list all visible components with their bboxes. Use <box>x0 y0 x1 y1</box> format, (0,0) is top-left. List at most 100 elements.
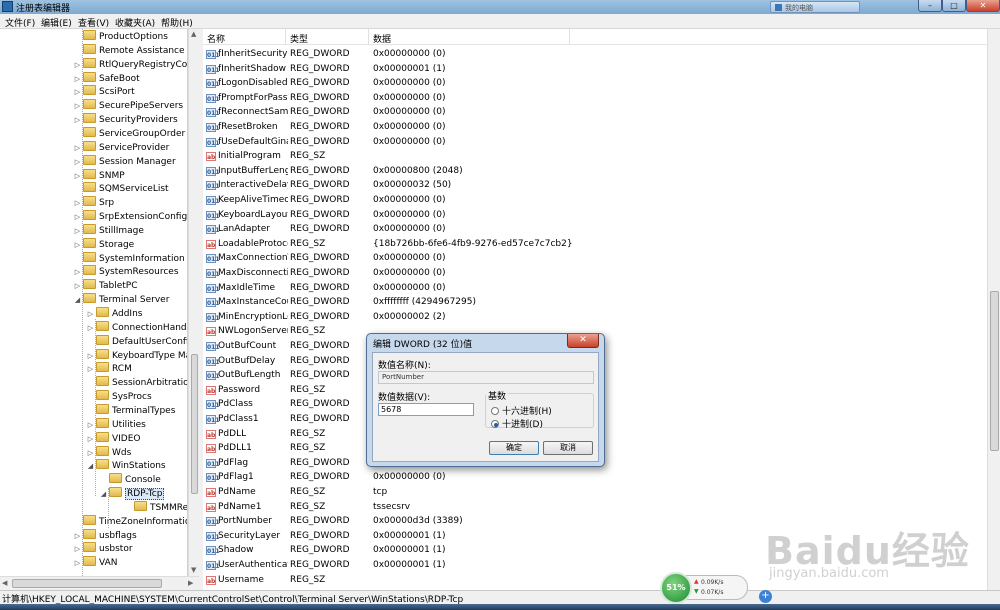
radio-hexadecimal[interactable]: 十六进制(H) <box>491 404 552 417</box>
tree-item[interactable]: ◢ Terminal Server <box>73 293 169 307</box>
expand-arrow-icon[interactable]: ▷ <box>73 279 82 293</box>
taskbar-preview-button[interactable]: 我的电脑 <box>770 1 860 13</box>
list-row[interactable]: 011 fResetBroken REG_DWORD 0x00000000 (0) <box>203 120 987 135</box>
cancel-button[interactable]: 取消 <box>543 441 593 455</box>
list-row[interactable]: 011KeepAliveTimeoutREG_DWORD 0x00000000 (… <box>203 193 987 208</box>
scroll-right-icon[interactable]: ▶ <box>188 579 193 587</box>
expand-arrow-icon[interactable]: ▷ <box>86 321 95 335</box>
list-row[interactable]: 011 fInheritShadow REG_DWORD 0x00000001 (1) <box>203 62 987 77</box>
maximize-button[interactable]: □ <box>942 0 966 12</box>
list-row[interactable]: 011 InteractiveDelay REG_DWORD 0x00000032 (… <box>203 178 987 193</box>
radio-button-icon[interactable] <box>491 407 499 415</box>
memory-usage-ball[interactable]: 51% <box>660 572 692 604</box>
column-type-header[interactable]: 类型 <box>290 32 308 45</box>
list-row[interactable]: 011 PdFlag1 REG_DWORD 0x00000000 (0) <box>203 470 987 485</box>
expand-arrow-icon[interactable]: ▷ <box>86 432 95 446</box>
expand-arrow-icon[interactable]: ▷ <box>86 307 95 321</box>
tree-horizontal-scroll-thumb[interactable] <box>12 579 162 588</box>
tree-item[interactable]: ▷ SNMP <box>73 168 125 183</box>
tree-item[interactable]: SessionArbitrationHelper <box>86 376 187 390</box>
list-row[interactable]: 011MaxConnectionTimeREG_DWORD 0x00000000 … <box>203 251 987 266</box>
list-row[interactable]: 011 KeyboardLayout REG_DWORD 0x00000000 (0) <box>203 208 987 223</box>
tree-item[interactable]: ▷ Srp <box>73 196 114 210</box>
expand-arrow-icon[interactable]: ▷ <box>73 113 82 127</box>
tree-item[interactable]: ▷ RtlQueryRegistryConfig <box>73 57 187 72</box>
tree-horizontal-scrollbar[interactable]: ◀ ▶ <box>0 576 199 590</box>
expand-arrow-icon[interactable]: ▷ <box>73 99 82 113</box>
tree-item[interactable]: SystemInformation <box>73 251 185 266</box>
close-button[interactable]: ✕ <box>966 0 1000 12</box>
column-divider[interactable] <box>368 29 369 45</box>
collapse-arrow-icon[interactable]: ◢ <box>99 487 108 501</box>
list-vertical-scrollbar[interactable] <box>987 29 1000 590</box>
collapse-arrow-icon[interactable]: ◢ <box>86 459 95 473</box>
list-row[interactable]: ab InitialProgram REG_SZ <box>203 149 987 164</box>
tree-item[interactable]: Console <box>99 473 161 487</box>
column-data-header[interactable]: 数据 <box>373 32 391 45</box>
tree-vertical-scroll-thumb[interactable] <box>191 354 198 494</box>
plus-icon[interactable]: + <box>759 590 772 603</box>
tree-item[interactable]: Remote Assistance <box>73 43 185 58</box>
list-row[interactable]: 011 fReconnectSame REG_DWORD 0x00000000 (0) <box>203 105 987 120</box>
column-divider[interactable] <box>285 29 286 45</box>
expand-arrow-icon[interactable]: ▷ <box>73 169 82 183</box>
expand-arrow-icon[interactable]: ▷ <box>73 72 82 86</box>
expand-arrow-icon[interactable]: ▷ <box>73 224 82 238</box>
tree-item[interactable]: ▷ Session Manager <box>73 154 176 169</box>
list-row[interactable]: ab PdName1 REG_SZ tssecsrv <box>203 500 987 515</box>
expand-arrow-icon[interactable]: ▷ <box>73 196 82 210</box>
expand-arrow-icon[interactable]: ▷ <box>73 141 82 155</box>
tree-item[interactable]: TSMMRemotingAllowedApps <box>124 500 187 515</box>
menu-favorites[interactable]: 收藏夹(A) <box>115 16 155 29</box>
dialog-close-button[interactable]: ✕ <box>567 334 599 348</box>
column-divider[interactable] <box>569 29 570 45</box>
expand-arrow-icon[interactable]: ▷ <box>73 542 82 556</box>
tree-item[interactable]: ServiceGroupOrder <box>73 126 185 141</box>
tree-item[interactable]: ▷ KeyboardType Mapping <box>86 348 187 363</box>
tree-item[interactable]: ▷ VAN <box>73 556 117 570</box>
tree-vertical-scrollbar[interactable]: ▲ ▼ <box>188 29 199 576</box>
radio-decimal[interactable]: 十进制(D) <box>491 417 543 430</box>
network-speed-widget[interactable]: ▲ 0.09K/s ▼ 0.07K/s + 51% <box>660 572 772 604</box>
menu-edit[interactable]: 编辑(E) <box>41 16 72 29</box>
collapse-arrow-icon[interactable]: ◢ <box>73 293 82 307</box>
list-row[interactable]: abLoadableProtocol_ObjectREG_SZ {18b726bb… <box>203 237 987 252</box>
values-list[interactable]: 名称 类型 数据 011 fInheritSecurity REG_DWORD 0x0… <box>203 29 987 590</box>
tree-item[interactable]: TimeZoneInformation <box>73 514 187 529</box>
list-row[interactable]: 011InputBufferLengthREG_DWORD 0x00000800 … <box>203 164 987 179</box>
registry-tree[interactable]: ProductOptions Remote Assistance ▷ RtlQuery… <box>0 29 188 590</box>
scroll-left-icon[interactable]: ◀ <box>2 579 7 587</box>
tree-item[interactable]: ▷ SystemResources <box>73 265 179 279</box>
list-row[interactable]: 011MaxDisconnectionTimeREG_DWORD 0x000000… <box>203 266 987 281</box>
expand-arrow-icon[interactable]: ▷ <box>86 446 95 460</box>
list-row[interactable]: 011 fUseDefaultGina REG_DWORD 0x00000000 (0… <box>203 135 987 150</box>
scroll-down-icon[interactable]: ▼ <box>191 566 196 574</box>
expand-arrow-icon[interactable]: ▷ <box>86 418 95 432</box>
list-row[interactable]: ab PdName REG_SZ tcp <box>203 485 987 500</box>
tree-item[interactable]: TerminalTypes <box>86 403 175 418</box>
tree-item[interactable]: ▷ RCM <box>86 362 132 376</box>
value-data-input[interactable]: 5678 <box>378 403 474 416</box>
menu-file[interactable]: 文件(F) <box>5 16 35 29</box>
expand-arrow-icon[interactable]: ▷ <box>73 85 82 99</box>
expand-arrow-icon[interactable]: ▷ <box>73 155 82 169</box>
column-name-header[interactable]: 名称 <box>207 32 225 45</box>
list-row[interactable]: 011 fInheritSecurity REG_DWORD 0x00000000 (… <box>203 47 987 62</box>
list-vertical-scroll-thumb[interactable] <box>990 291 999 451</box>
menu-view[interactable]: 查看(V) <box>78 16 109 29</box>
menu-help[interactable]: 帮助(H) <box>161 16 193 29</box>
tree-item[interactable]: ◢ WinStations <box>86 459 166 473</box>
tree-item[interactable]: ▷ Wds <box>86 445 131 460</box>
list-row[interactable]: 011 fLogonDisabled REG_DWORD 0x00000000 (0) <box>203 76 987 91</box>
expand-arrow-icon[interactable]: ▷ <box>73 556 82 570</box>
scroll-up-icon[interactable]: ▲ <box>191 30 196 38</box>
minimize-button[interactable]: – <box>918 0 942 12</box>
expand-arrow-icon[interactable]: ▷ <box>73 265 82 279</box>
tree-item[interactable]: ▷ ConnectionHandler <box>86 320 187 335</box>
tree-item[interactable]: SQMServiceList <box>73 182 169 196</box>
list-row[interactable]: 011fPromptForPasswordREG_DWORD 0x00000000… <box>203 91 987 106</box>
expand-arrow-icon[interactable]: ▷ <box>73 58 82 72</box>
expand-arrow-icon[interactable]: ▷ <box>86 349 95 363</box>
expand-arrow-icon[interactable]: ▷ <box>73 238 82 252</box>
tree-item[interactable]: ▷ SecurityProviders <box>73 113 178 127</box>
